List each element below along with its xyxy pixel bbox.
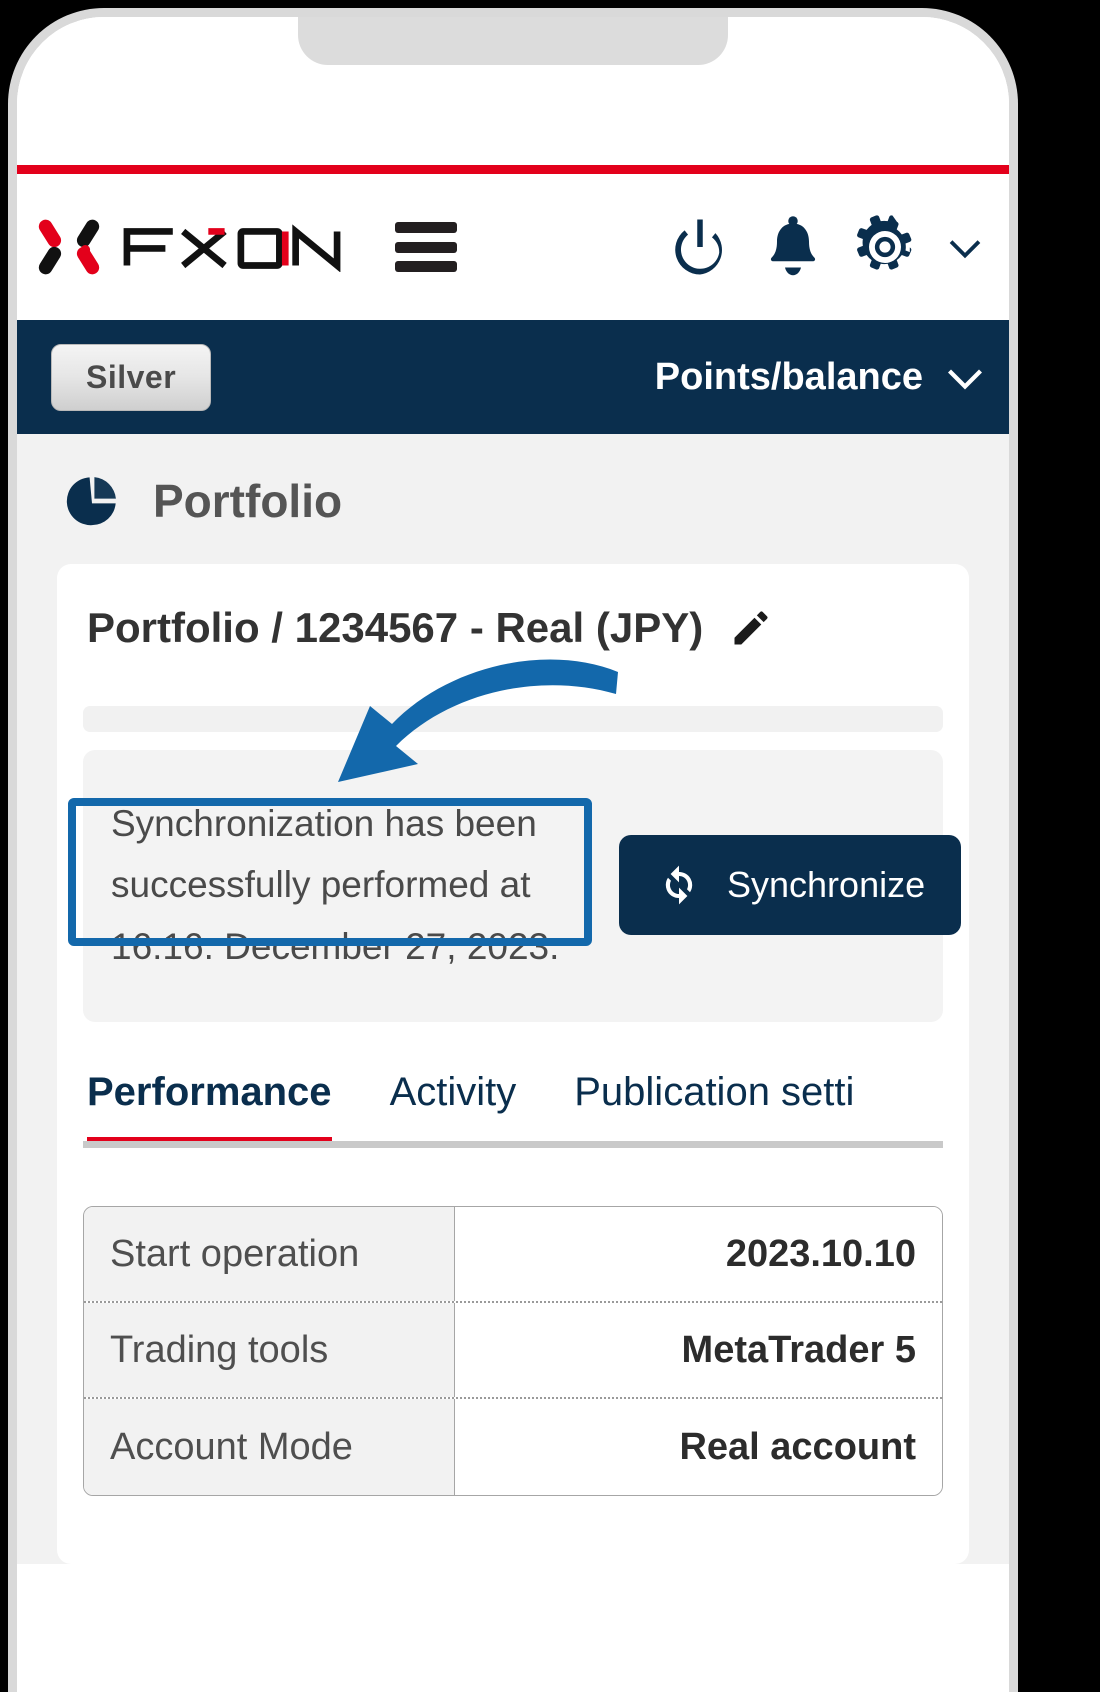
portfolio-tabs: Performance Activity Publication setti (83, 1056, 943, 1148)
refresh-icon (665, 865, 693, 905)
tab-publication-settings[interactable]: Publication setti (574, 1056, 854, 1141)
row-label-start-operation: Start operation (84, 1207, 455, 1301)
points-balance-label: Points/balance (654, 355, 923, 398)
page-header: Portfolio (17, 472, 1009, 564)
portfolio-account-title: Portfolio / 1234567 - Real (JPY) (87, 604, 704, 651)
page-title: Portfolio (153, 475, 343, 527)
fxon-logo[interactable] (35, 213, 343, 281)
app-screen: Silver Points/balance Portfolio Portfoli… (17, 17, 1009, 1692)
gear-icon[interactable] (853, 215, 917, 279)
fxon-logo-mark-icon (38, 219, 100, 275)
synchronize-button-label: Synchronize (727, 864, 926, 905)
bell-icon[interactable] (763, 213, 823, 281)
account-info-table: Start operation 2023.10.10 Trading tools… (83, 1206, 943, 1496)
synchronize-button[interactable]: Synchronize (619, 835, 962, 935)
brand-accent-rule (17, 165, 1009, 174)
phone-notch (298, 17, 728, 65)
power-icon[interactable] (667, 214, 733, 280)
synchronization-panel: Synchronization has been successfully pe… (83, 750, 962, 1022)
app-bar-icon-group (667, 213, 983, 281)
card-title-row: Portfolio / 1234567 - Real (JPY) (83, 604, 943, 652)
rank-badge[interactable]: Silver (51, 343, 212, 411)
page-body: Portfolio Portfolio / 1234567 - Real (JP… (17, 434, 1009, 1564)
tab-activity[interactable]: Activity (390, 1056, 517, 1141)
tab-performance[interactable]: Performance (87, 1056, 332, 1141)
fxon-logo-wordmark (123, 224, 341, 272)
row-label-trading-tools: Trading tools (84, 1303, 455, 1397)
table-row: Start operation 2023.10.10 (84, 1207, 942, 1303)
row-label-account-mode: Account Mode (84, 1399, 455, 1495)
card-slim-divider (83, 706, 943, 732)
screenshot-stage: Silver Points/balance Portfolio Portfoli… (0, 0, 1100, 1692)
chevron-down-icon (948, 369, 982, 390)
account-sub-bar: Silver Points/balance (17, 320, 1009, 434)
table-row: Account Mode Real account (84, 1399, 942, 1495)
phone-mockup-frame: Silver Points/balance Portfolio Portfoli… (8, 8, 1018, 1692)
chevron-down-icon[interactable] (947, 229, 983, 265)
row-value-trading-tools: MetaTrader 5 (455, 1303, 942, 1397)
app-bar (17, 174, 1009, 320)
pie-chart-icon (66, 477, 116, 526)
sync-status-message: Synchronization has been successfully pe… (111, 802, 560, 967)
table-row: Trading tools MetaTrader 5 (84, 1303, 942, 1399)
row-value-account-mode: Real account (455, 1399, 942, 1495)
pencil-icon[interactable] (729, 606, 773, 650)
row-value-start-operation: 2023.10.10 (455, 1207, 942, 1301)
hamburger-menu-icon[interactable] (395, 222, 457, 272)
portfolio-card: Portfolio / 1234567 - Real (JPY) Synchro… (57, 564, 969, 1564)
points-balance-dropdown[interactable]: Points/balance (655, 356, 985, 399)
